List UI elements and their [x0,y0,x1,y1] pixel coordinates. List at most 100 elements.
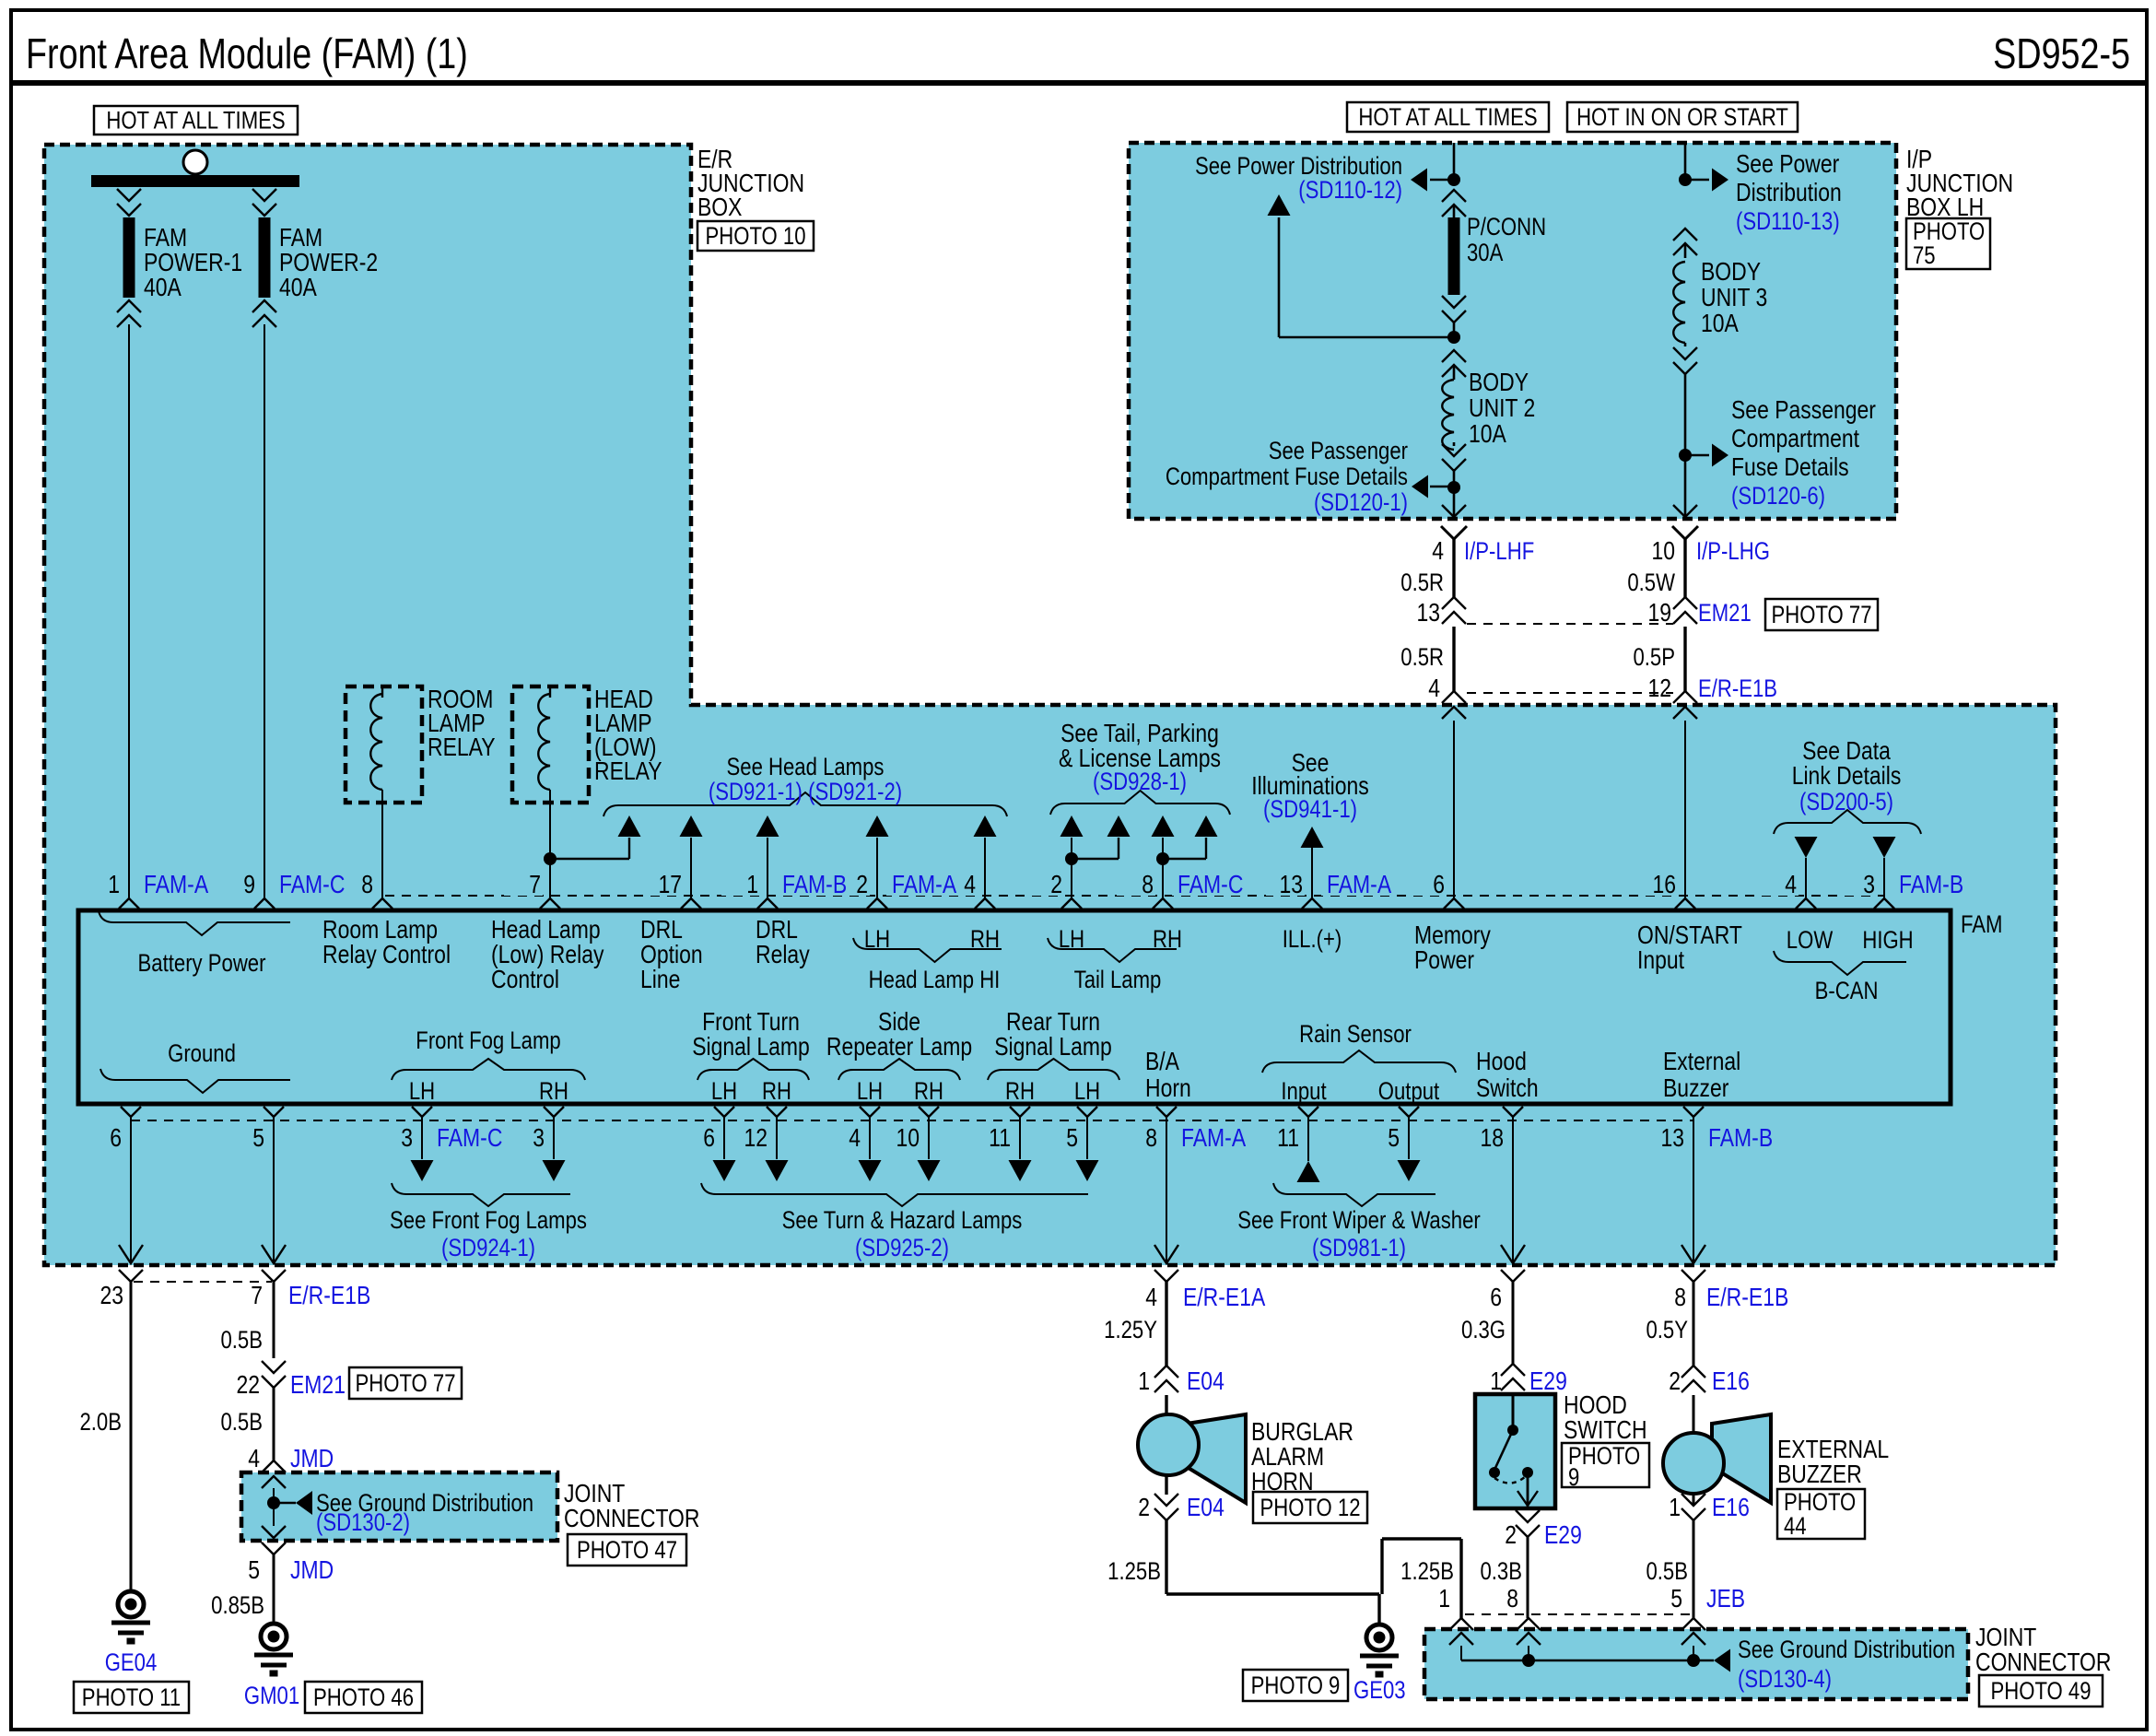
svg-text:30A: 30A [1467,240,1504,267]
svg-text:2: 2 [1138,1494,1150,1522]
svg-text:(SD130-4): (SD130-4) [1738,1666,1832,1694]
svg-text:FAM-B: FAM-B [1708,1124,1773,1153]
svg-text:10A: 10A [1469,420,1507,449]
svg-text:5: 5 [248,1556,260,1585]
svg-text:B/A: B/A [1145,1048,1180,1076]
svg-text:5: 5 [1066,1124,1078,1153]
svg-text:(SD110-13): (SD110-13) [1736,208,1840,236]
svg-text:RH: RH [762,1078,791,1106]
svg-text:2: 2 [1669,1367,1681,1396]
svg-text:FAM: FAM [1961,911,2002,939]
svg-text:JMD: JMD [290,1445,334,1473]
svg-text:4: 4 [849,1124,861,1153]
svg-text:7: 7 [529,871,541,899]
svg-text:PHOTO 77: PHOTO 77 [1771,602,1871,629]
svg-text:Rain Sensor: Rain Sensor [1299,1021,1412,1049]
svg-text:SWITCH: SWITCH [1564,1416,1647,1445]
svg-text:23: 23 [100,1282,123,1310]
svg-text:Buzzer: Buzzer [1663,1074,1729,1103]
svg-text:(SD130-2): (SD130-2) [316,1509,410,1537]
svg-text:UNIT 3: UNIT 3 [1701,284,1767,312]
svg-text:4: 4 [1785,871,1797,899]
svg-text:LH: LH [1074,1078,1100,1106]
svg-text:I/P-LHF: I/P-LHF [1464,538,1534,566]
svg-text:0.5Y: 0.5Y [1646,1317,1688,1344]
svg-text:Link Details: Link Details [1792,762,1902,791]
svg-text:0.3B: 0.3B [1480,1558,1522,1586]
svg-text:0.5B: 0.5B [220,1409,263,1437]
svg-text:5: 5 [1670,1585,1682,1613]
svg-text:See Ground Distribution: See Ground Distribution [1738,1636,1955,1664]
svg-text:6: 6 [1433,871,1445,899]
svg-text:Hood: Hood [1476,1048,1527,1076]
svg-text:13: 13 [1416,599,1440,628]
svg-text:9: 9 [243,871,255,899]
svg-text:Power: Power [1414,946,1474,975]
svg-text:1: 1 [1138,1367,1150,1396]
svg-text:Battery Power: Battery Power [138,950,266,978]
svg-text:PHOTO 77: PHOTO 77 [355,1370,455,1398]
svg-text:HOT AT ALL TIMES: HOT AT ALL TIMES [106,107,285,135]
svg-text:6: 6 [1490,1284,1502,1312]
svg-text:(SD200-5): (SD200-5) [1799,789,1893,816]
svg-text:4: 4 [248,1445,260,1473]
svg-text:Control: Control [491,966,559,994]
svg-text:PHOTO 12: PHOTO 12 [1260,1495,1360,1522]
svg-text:Signal Lamp: Signal Lamp [994,1033,1112,1062]
svg-text:LOW: LOW [1787,927,1834,955]
svg-text:Horn: Horn [1145,1074,1191,1103]
svg-text:FAM-B: FAM-B [782,871,847,899]
svg-text:FAM-C: FAM-C [437,1124,502,1153]
svg-text:4: 4 [1428,674,1440,703]
svg-text:P/CONN: P/CONN [1467,214,1546,241]
svg-text:5: 5 [252,1124,264,1153]
svg-text:Fuse Details: Fuse Details [1731,453,1849,482]
svg-text:Repeater Lamp: Repeater Lamp [826,1033,972,1062]
svg-text:(SD981-1): (SD981-1) [1312,1235,1406,1262]
svg-text:FAM-C: FAM-C [1178,871,1243,899]
svg-text:FAM-A: FAM-A [1181,1124,1247,1153]
svg-text:40A: 40A [144,274,182,302]
svg-text:BOX: BOX [697,194,742,222]
svg-text:22: 22 [236,1371,260,1400]
svg-text:Input: Input [1281,1078,1326,1106]
svg-text:E/R-E1B: E/R-E1B [1698,675,1777,703]
svg-text:PHOTO 10: PHOTO 10 [705,223,805,251]
svg-text:6: 6 [110,1124,122,1153]
svg-text:1: 1 [1669,1494,1681,1522]
svg-text:1.25Y: 1.25Y [1104,1317,1157,1344]
svg-text:0.85B: 0.85B [211,1592,264,1620]
svg-text:2: 2 [856,871,868,899]
svg-text:0.5P: 0.5P [1633,644,1675,672]
svg-text:I/P-LHG: I/P-LHG [1696,538,1770,566]
svg-text:SD952-5: SD952-5 [1993,29,2130,76]
svg-text:E29: E29 [1529,1367,1567,1396]
svg-text:See Passenger: See Passenger [1731,396,1876,425]
svg-text:PHOTO 47: PHOTO 47 [577,1537,677,1565]
svg-text:RH: RH [914,1078,943,1106]
svg-text:10A: 10A [1701,310,1740,338]
svg-text:(SD925-2): (SD925-2) [855,1235,949,1262]
svg-text:3: 3 [533,1124,545,1153]
svg-text:Ground: Ground [168,1040,236,1068]
svg-text:Relay Control: Relay Control [322,941,451,969]
svg-text:1: 1 [746,871,758,899]
svg-text:FAM-C: FAM-C [279,871,345,899]
svg-text:44: 44 [1784,1513,1807,1541]
svg-text:See Turn & Hazard Lamps: See Turn & Hazard Lamps [782,1207,1023,1235]
svg-text:5: 5 [1388,1124,1400,1153]
svg-text:Relay: Relay [756,941,810,969]
svg-text:(SD928-1): (SD928-1) [1093,768,1187,796]
svg-text:11: 11 [1277,1124,1299,1153]
svg-text:E16: E16 [1712,1367,1750,1396]
svg-text:PHOTO 11: PHOTO 11 [82,1684,181,1712]
svg-text:13: 13 [1660,1124,1684,1153]
svg-text:8: 8 [1145,1124,1157,1153]
svg-text:FAM-B: FAM-B [1899,871,1963,899]
svg-text:6: 6 [703,1124,715,1153]
svg-text:See Head Lamps: See Head Lamps [727,754,885,781]
svg-text:E16: E16 [1712,1494,1750,1522]
svg-text:EM21: EM21 [290,1371,346,1400]
svg-text:Switch: Switch [1476,1074,1539,1103]
svg-text:0.5W: 0.5W [1627,569,1675,597]
